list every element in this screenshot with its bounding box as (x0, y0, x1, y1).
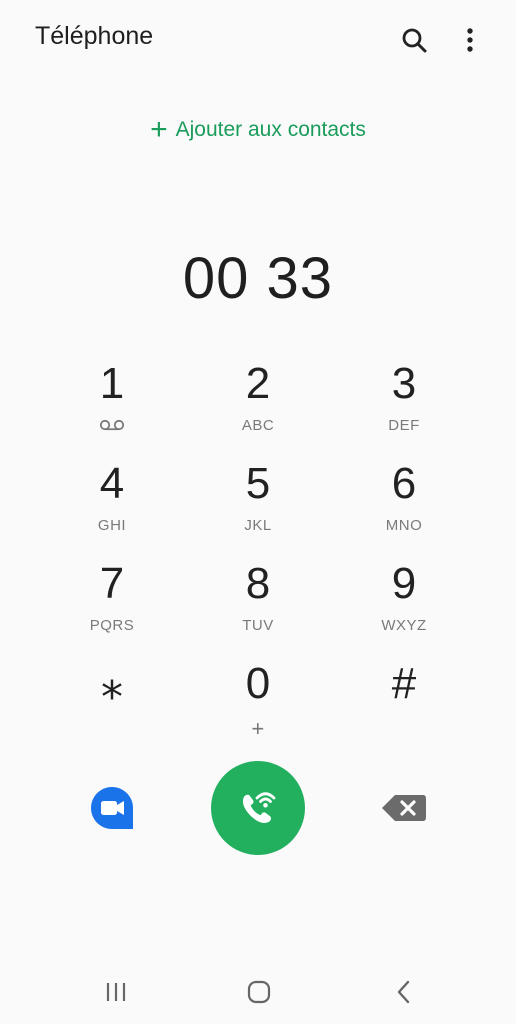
key-6[interactable]: 6 MNO (331, 456, 477, 556)
key-9[interactable]: 9 WXYZ (331, 556, 477, 656)
key-7[interactable]: 7 PQRS (39, 556, 185, 656)
key-digit: 7 (99, 559, 125, 608)
key-star[interactable]: ⁎ (39, 656, 185, 756)
key-digit: 9 (391, 559, 417, 608)
key-5[interactable]: 5 JKL (185, 456, 331, 556)
key-letters: MNO (385, 516, 423, 534)
add-to-contacts-button[interactable]: + Ajouter aux contacts (0, 110, 516, 150)
more-options-icon[interactable] (450, 20, 490, 60)
key-digit: # (391, 659, 417, 708)
video-call-icon[interactable] (88, 784, 136, 832)
key-2[interactable]: 2 ABC (185, 356, 331, 456)
key-digit: ⁎ (101, 659, 123, 708)
key-digit: 5 (245, 459, 271, 508)
dial-keypad: 1 2 ABC 3 DEF 4 GHI 5 JKL 6 MNO 7 PQRS 8… (39, 356, 477, 756)
dialed-number: 00 33 (182, 246, 334, 311)
key-hash[interactable]: # (331, 656, 477, 756)
system-navigation-bar (0, 960, 516, 1024)
key-letters: WXYZ (381, 616, 427, 634)
backspace-icon[interactable] (380, 792, 428, 824)
key-8[interactable]: 8 TUV (185, 556, 331, 656)
plus-icon: + (150, 113, 168, 146)
call-button[interactable] (211, 761, 305, 855)
key-letters: PQRS (89, 616, 135, 634)
search-icon[interactable] (394, 20, 434, 60)
page-title: Téléphone (35, 22, 154, 50)
add-to-contacts-label: Ajouter aux contacts (175, 118, 366, 141)
key-letters: TUV (242, 616, 274, 634)
key-letters: GHI (97, 516, 127, 534)
key-letters: + (251, 716, 265, 741)
key-1[interactable]: 1 (39, 356, 185, 456)
key-0[interactable]: 0 + (185, 656, 331, 756)
key-digit: 4 (99, 459, 125, 508)
key-4[interactable]: 4 GHI (39, 456, 185, 556)
key-digit: 8 (245, 559, 271, 608)
voicemail-icon (99, 416, 125, 434)
key-letters: DEF (388, 416, 420, 434)
key-letters: JKL (244, 516, 272, 534)
app-header: Téléphone (0, 0, 516, 80)
key-digit: 6 (391, 459, 417, 508)
key-digit: 3 (391, 359, 417, 408)
key-digit: 2 (245, 359, 271, 408)
home-icon[interactable] (239, 974, 279, 1010)
dialer-actions (0, 760, 516, 856)
wifi-call-icon (242, 792, 276, 824)
key-digit: 0 (245, 659, 271, 708)
back-icon[interactable] (384, 974, 424, 1010)
key-digit: 1 (99, 359, 125, 408)
key-letters: ABC (241, 416, 275, 434)
recent-apps-icon[interactable] (96, 974, 136, 1010)
key-3[interactable]: 3 DEF (331, 356, 477, 456)
